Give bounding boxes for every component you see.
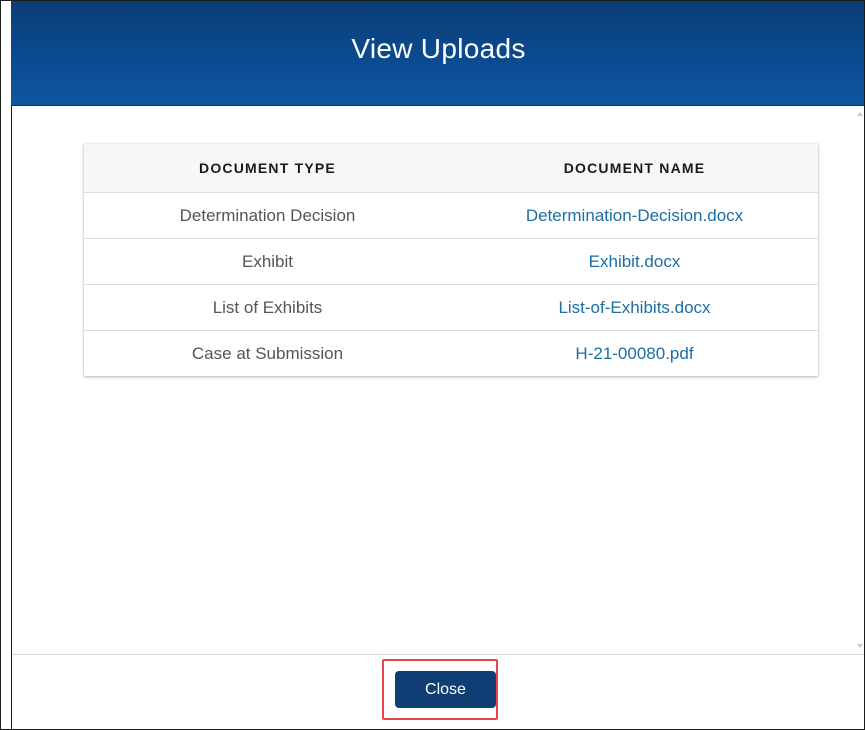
uploads-table: DOCUMENT TYPE DOCUMENT NAME Determinatio… — [84, 144, 818, 376]
scroll-up-arrow-icon[interactable] — [857, 112, 863, 116]
document-link[interactable]: Exhibit.docx — [589, 252, 681, 271]
scroll-down-arrow-icon[interactable] — [857, 644, 863, 648]
table-row: List of Exhibits List-of-Exhibits.docx — [84, 284, 818, 331]
modal-body: DOCUMENT TYPE DOCUMENT NAME Determinatio… — [12, 106, 854, 654]
document-type-cell: Exhibit — [84, 238, 451, 285]
document-name-cell: H-21-00080.pdf — [451, 331, 818, 377]
table-row: Determination Decision Determination-Dec… — [84, 192, 818, 239]
table-row: Case at Submission H-21-00080.pdf — [84, 331, 818, 377]
document-name-cell: List-of-Exhibits.docx — [451, 284, 818, 331]
table-row: Exhibit Exhibit.docx — [84, 238, 818, 285]
document-link[interactable]: H-21-00080.pdf — [575, 344, 693, 363]
document-link[interactable]: Determination-Decision.docx — [526, 206, 743, 225]
column-header-document-type: DOCUMENT TYPE — [84, 144, 451, 193]
document-name-cell: Determination-Decision.docx — [451, 192, 818, 239]
document-type-cell: Determination Decision — [84, 192, 451, 239]
document-type-cell: List of Exhibits — [84, 284, 451, 331]
document-link[interactable]: List-of-Exhibits.docx — [558, 298, 710, 317]
document-name-cell: Exhibit.docx — [451, 238, 818, 285]
modal-title: View Uploads — [351, 33, 526, 64]
uploads-table-card: DOCUMENT TYPE DOCUMENT NAME Determinatio… — [84, 144, 818, 376]
modal-footer: Close — [12, 654, 864, 729]
table-header-row: DOCUMENT TYPE DOCUMENT NAME — [84, 144, 818, 193]
view-uploads-modal: View Uploads DOCUMENT TYPE DOCUMENT NAME… — [0, 0, 865, 730]
column-header-document-name: DOCUMENT NAME — [451, 144, 818, 193]
modal-scrollbar[interactable] — [854, 106, 864, 654]
document-type-cell: Case at Submission — [191, 343, 344, 363]
modal-header: View Uploads — [11, 1, 864, 106]
close-button[interactable]: Close — [395, 671, 496, 708]
